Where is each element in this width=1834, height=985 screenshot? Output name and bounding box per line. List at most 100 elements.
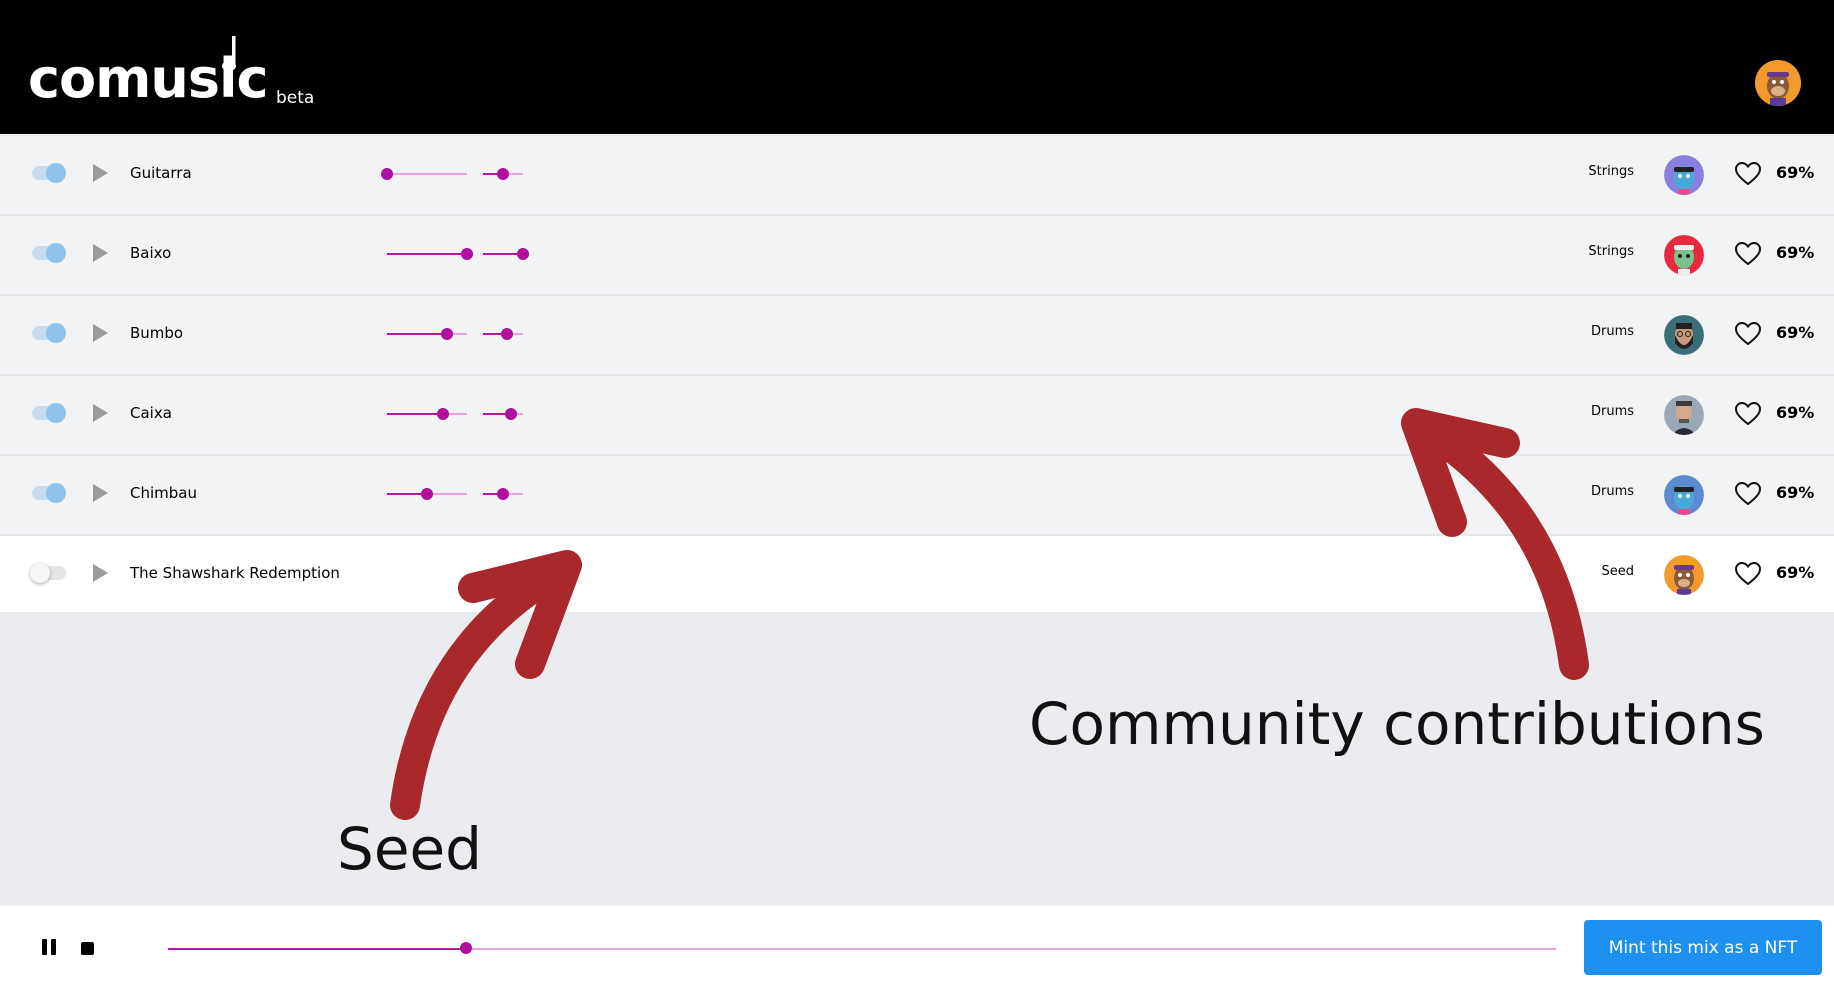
pause-icon-bar (51, 939, 56, 955)
volume-slider[interactable] (387, 408, 467, 420)
slider-thumb[interactable] (501, 328, 513, 340)
track-toggle[interactable] (30, 563, 66, 583)
heart-icon[interactable] (1735, 322, 1761, 346)
contributor-avatar[interactable] (1664, 555, 1704, 595)
volume-slider[interactable] (387, 248, 473, 260)
track-row: Bumbo Drums 69% (0, 296, 1834, 376)
slider-thumb[interactable] (421, 488, 433, 500)
pan-slider[interactable] (483, 168, 523, 180)
like-percent: 69% (1776, 483, 1815, 502)
heart-icon[interactable] (1735, 402, 1761, 426)
volume-slider[interactable] (387, 328, 467, 340)
track-category: Strings (1588, 244, 1634, 259)
track-name: Chimbau (130, 484, 197, 502)
user-avatar[interactable] (1755, 60, 1801, 106)
track-toggle[interactable] (32, 403, 66, 423)
track-category: Strings (1588, 164, 1634, 179)
pan-slider[interactable] (483, 488, 523, 500)
mint-nft-button[interactable]: Mint this mix as a NFT (1584, 920, 1822, 975)
track-toggle[interactable] (32, 243, 66, 263)
slider-thumb[interactable] (461, 248, 473, 260)
heart-icon[interactable] (1735, 562, 1761, 586)
slider-fill (387, 253, 467, 255)
slider-thumb[interactable] (497, 488, 509, 500)
like-percent: 69% (1776, 323, 1815, 342)
slider-thumb[interactable] (505, 408, 517, 420)
track-category: Seed (1601, 564, 1635, 579)
track-name: Guitarra (130, 164, 192, 182)
play-icon[interactable] (93, 164, 108, 182)
like-percent: 69% (1776, 243, 1815, 262)
track-name: Baixo (130, 244, 172, 262)
pan-slider[interactable] (483, 408, 523, 420)
toggle-knob (46, 323, 66, 343)
progress-fill (168, 948, 467, 950)
music-note-icon (222, 36, 236, 71)
bearded-man-avatar-icon (1664, 315, 1704, 355)
track-toggle[interactable] (32, 163, 66, 183)
contributor-avatar[interactable] (1664, 475, 1704, 515)
like-percent: 69% (1776, 563, 1815, 582)
pan-slider[interactable] (483, 328, 523, 340)
track-row: Guitarra Strings 69% (0, 136, 1834, 216)
heart-icon[interactable] (1735, 242, 1761, 266)
track-name: Caixa (130, 404, 172, 422)
slider-thumb[interactable] (517, 248, 529, 260)
track-row: Caixa Drums 69% (0, 376, 1834, 456)
stop-button[interactable] (81, 942, 94, 955)
pan-slider[interactable] (483, 248, 529, 260)
blue-ape-avatar-icon (1664, 155, 1704, 195)
track-row: Baixo Strings 69% (0, 216, 1834, 296)
blue-ape-avatar-icon (1664, 475, 1704, 515)
track-category: Drums (1590, 404, 1634, 419)
track-row: Chimbau Drums 69% (0, 456, 1834, 536)
toggle-knob (46, 243, 66, 263)
toggle-knob (46, 483, 66, 503)
volume-slider[interactable] (387, 488, 467, 500)
slider-thumb[interactable] (497, 168, 509, 180)
pause-icon (42, 939, 47, 955)
toggle-knob (46, 403, 66, 423)
slider-track (387, 173, 467, 175)
track-name: Bumbo (130, 324, 184, 342)
track-category: Drums (1590, 324, 1634, 339)
progress-thumb[interactable] (460, 942, 473, 954)
app-header: comusic beta (0, 0, 1834, 134)
play-icon[interactable] (93, 564, 108, 582)
contributor-avatar[interactable] (1664, 395, 1704, 435)
beta-badge: beta (276, 88, 315, 108)
heart-icon[interactable] (1735, 162, 1761, 186)
slider-fill (387, 333, 447, 335)
playback-progress-slider[interactable] (168, 942, 1556, 954)
toggle-knob (30, 563, 50, 583)
green-ape-avatar-icon (1664, 235, 1704, 275)
track-row: The Shawshark Redemption Seed 69% (0, 536, 1834, 612)
contributor-avatar[interactable] (1664, 315, 1704, 355)
slider-thumb[interactable] (381, 168, 393, 180)
track-toggle[interactable] (32, 323, 66, 343)
like-percent: 69% (1776, 403, 1815, 422)
like-percent: 69% (1776, 163, 1815, 182)
man-photo-avatar-icon (1664, 395, 1704, 435)
track-toggle[interactable] (32, 483, 66, 503)
volume-slider[interactable] (381, 168, 467, 180)
community-annotation: Community contributions (1029, 690, 1765, 758)
play-icon[interactable] (93, 484, 108, 502)
toggle-knob (46, 163, 66, 183)
play-icon[interactable] (93, 324, 108, 342)
contributor-avatar[interactable] (1664, 235, 1704, 275)
orange-ape-avatar-icon (1755, 60, 1801, 106)
play-icon[interactable] (93, 244, 108, 262)
seed-annotation: Seed (337, 815, 482, 883)
slider-fill (387, 413, 443, 415)
heart-icon[interactable] (1735, 482, 1761, 506)
track-category: Drums (1590, 484, 1634, 499)
slider-thumb[interactable] (437, 408, 449, 420)
pause-button[interactable] (42, 939, 56, 955)
contributor-avatar[interactable] (1664, 155, 1704, 195)
slider-thumb[interactable] (441, 328, 453, 340)
orange-ape-avatar-icon (1664, 555, 1704, 595)
player-bar: Mint this mix as a NFT (0, 906, 1834, 985)
play-icon[interactable] (93, 404, 108, 422)
track-name: The Shawshark Redemption (130, 564, 340, 582)
